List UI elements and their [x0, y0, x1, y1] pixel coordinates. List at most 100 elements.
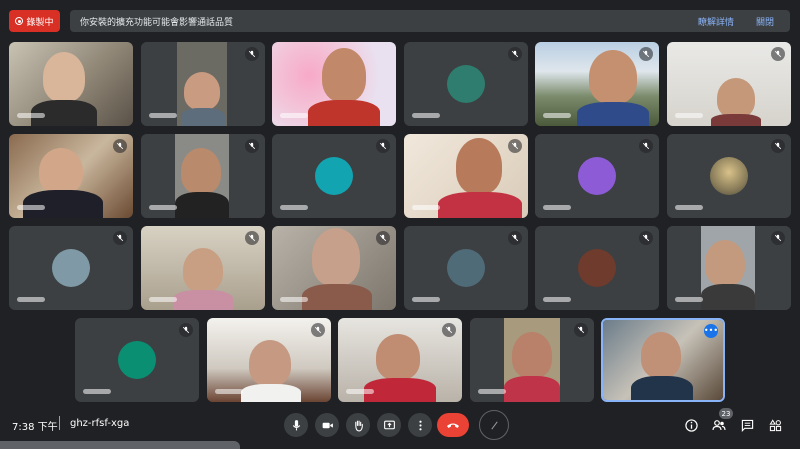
- participant-name: [543, 297, 571, 302]
- participant-name: [280, 113, 308, 118]
- participant-name: [675, 205, 703, 210]
- self-video-tile[interactable]: •••: [601, 318, 725, 402]
- muted-icon: [376, 139, 390, 153]
- divider: [59, 416, 60, 430]
- participant-avatar: [315, 157, 353, 195]
- camera-button[interactable]: [315, 413, 339, 437]
- muted-icon: [113, 139, 127, 153]
- participant-name: [280, 297, 308, 302]
- participant-tile[interactable]: [75, 318, 199, 402]
- participant-avatar: [710, 157, 748, 195]
- muted-icon: [245, 231, 259, 245]
- muted-icon: [442, 323, 456, 337]
- participant-tile[interactable]: [535, 134, 659, 218]
- participant-tile[interactable]: [667, 226, 791, 310]
- participant-name: [478, 389, 506, 394]
- microphone-button[interactable]: [284, 413, 308, 437]
- meeting-time: 7:38 下午: [12, 422, 58, 433]
- companion-icon: [490, 421, 498, 429]
- muted-icon: [639, 47, 653, 61]
- participant-tile[interactable]: [9, 226, 133, 310]
- recording-label: 錄製中: [26, 17, 54, 28]
- muted-icon: [113, 231, 127, 245]
- more-options-button[interactable]: [408, 413, 432, 437]
- participant-tile[interactable]: [470, 318, 594, 402]
- hang-up-icon: [447, 423, 459, 428]
- participant-avatar: [447, 65, 485, 103]
- muted-icon: [245, 47, 259, 61]
- participant-tile[interactable]: [404, 42, 528, 126]
- microphone-icon: [292, 419, 300, 430]
- participant-tile[interactable]: [272, 226, 396, 310]
- participant-name: [412, 205, 440, 210]
- participant-tile[interactable]: [667, 42, 791, 126]
- muted-icon: [574, 323, 588, 337]
- participant-name: [675, 113, 703, 118]
- raise-hand-button[interactable]: [346, 413, 370, 437]
- participant-tile[interactable]: [141, 134, 265, 218]
- recording-icon: [15, 17, 24, 25]
- recording-badge[interactable]: 錄製中: [9, 10, 60, 32]
- muted-icon: [311, 323, 325, 337]
- info-button[interactable]: [682, 416, 700, 434]
- notice-text: 你安裝的擴充功能可能會影響通話品質: [80, 17, 234, 28]
- participant-tile[interactable]: [535, 42, 659, 126]
- raise-hand-icon: [354, 420, 363, 431]
- dismiss-link[interactable]: 關閉: [756, 15, 774, 28]
- participant-tile[interactable]: [535, 226, 659, 310]
- participant-name: [412, 113, 440, 118]
- more-options-icon: [418, 420, 422, 430]
- participant-tile[interactable]: [141, 42, 265, 126]
- participant-tile[interactable]: [404, 226, 528, 310]
- participant-name: [17, 113, 45, 118]
- chat-button[interactable]: [738, 416, 756, 434]
- participant-tile[interactable]: [9, 134, 133, 218]
- muted-icon: [245, 139, 259, 153]
- muted-icon: [179, 323, 193, 337]
- participant-tile[interactable]: [207, 318, 331, 402]
- muted-icon: [771, 47, 785, 61]
- present-button[interactable]: [377, 413, 401, 437]
- participant-tile[interactable]: [667, 134, 791, 218]
- activities-icon: [768, 418, 781, 431]
- participant-tile[interactable]: [338, 318, 462, 402]
- more-options-icon[interactable]: •••: [704, 324, 718, 338]
- participant-name: [149, 297, 177, 302]
- participant-name: [17, 205, 45, 210]
- participant-name: [675, 297, 703, 302]
- participant-name: [149, 205, 177, 210]
- chat-icon: [741, 419, 753, 432]
- extension-notice-banner: 你安裝的擴充功能可能會影響通話品質 瞭解詳情 關閉: [70, 10, 790, 32]
- participant-name: [17, 297, 45, 302]
- participant-avatar: [578, 249, 616, 287]
- hang-up-button[interactable]: [437, 413, 469, 437]
- people-button[interactable]: [710, 416, 728, 434]
- muted-icon: [771, 139, 785, 153]
- participant-tile[interactable]: [404, 134, 528, 218]
- muted-icon: [639, 231, 653, 245]
- muted-icon: [771, 231, 785, 245]
- participant-tile[interactable]: [272, 42, 396, 126]
- muted-icon: [376, 231, 390, 245]
- camera-icon: [322, 422, 333, 428]
- present-icon: [383, 420, 395, 429]
- participant-name: [412, 297, 440, 302]
- participant-name: [83, 389, 111, 394]
- participant-name: [280, 205, 308, 210]
- muted-icon: [508, 139, 522, 153]
- participant-avatar: [447, 249, 485, 287]
- participant-tile[interactable]: [141, 226, 265, 310]
- participant-name: [215, 389, 243, 394]
- activities-button[interactable]: [766, 416, 784, 434]
- meeting-code: ghz-rfsf-xga: [70, 418, 130, 429]
- participant-tile[interactable]: [272, 134, 396, 218]
- participant-avatar: [52, 249, 90, 287]
- participant-name: [346, 389, 374, 394]
- muted-icon: [508, 47, 522, 61]
- companion-button[interactable]: [479, 410, 509, 440]
- learn-more-link[interactable]: 瞭解詳情: [698, 15, 734, 28]
- info-icon: [684, 418, 698, 432]
- taskbar-strip: [0, 441, 240, 449]
- participant-tile[interactable]: [9, 42, 133, 126]
- participant-avatar: [578, 157, 616, 195]
